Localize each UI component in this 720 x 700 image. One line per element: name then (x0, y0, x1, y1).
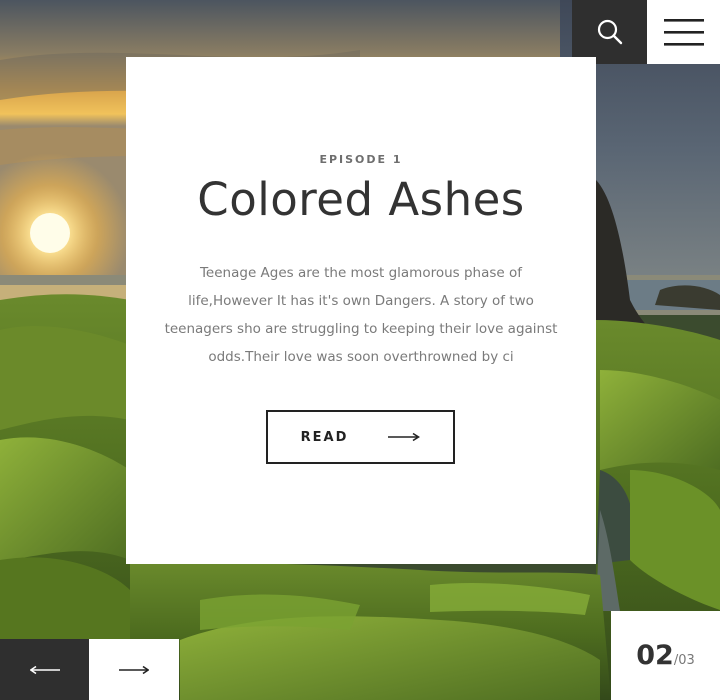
current-slide-number: 02 (636, 640, 674, 671)
description-line: Teenage Ages are the most glamorous phas… (199, 265, 523, 281)
episode-description: Teenage Ages are the most glamorous phas… (156, 259, 566, 371)
hero-slider: EPISODE 1 Colored Ashes Teenage Ages are… (0, 0, 720, 700)
arrow-right-icon (388, 432, 421, 442)
description-line: teenagers sho are struggling to keeping … (164, 321, 558, 337)
previous-slide-button[interactable] (0, 639, 89, 700)
read-button[interactable]: READ (266, 410, 455, 464)
description-line: life,However It has it's own Dangers. A … (188, 293, 534, 309)
menu-button[interactable] (647, 0, 720, 64)
slide-counter: 02 /03 (611, 611, 720, 700)
hamburger-menu-icon (663, 19, 704, 46)
search-icon (597, 19, 622, 45)
episode-card: EPISODE 1 Colored Ashes Teenage Ages are… (126, 57, 596, 564)
description-line: odds.Their love was soon overthrowned by… (208, 349, 514, 365)
total-slides: /03 (673, 653, 695, 668)
episode-label: EPISODE 1 (319, 153, 403, 166)
arrow-left-icon (29, 665, 60, 674)
read-button-label: READ (300, 429, 349, 445)
episode-title: Colored Ashes (197, 173, 525, 226)
next-slide-button[interactable] (89, 639, 179, 700)
arrow-right-icon (119, 665, 149, 674)
search-button[interactable] (572, 0, 647, 64)
